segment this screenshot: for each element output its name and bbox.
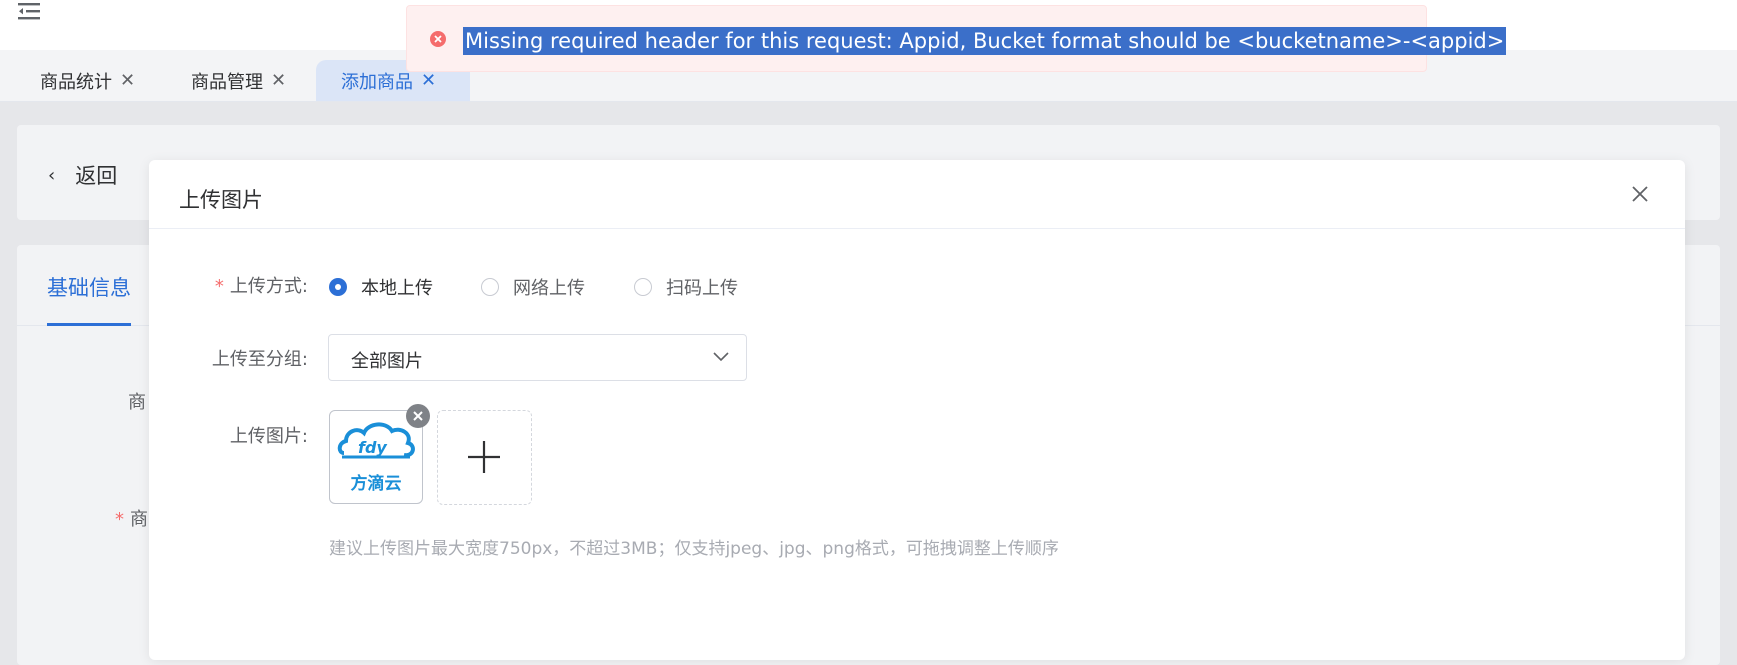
radio-circle bbox=[481, 278, 499, 296]
add-image-button[interactable] bbox=[437, 410, 532, 505]
dialog-header: 上传图片 bbox=[149, 160, 1685, 229]
form-label-partial: 商 bbox=[128, 392, 146, 413]
tab-label: 商品统计 bbox=[40, 71, 112, 93]
form-label-text: 商 bbox=[130, 509, 148, 530]
error-icon bbox=[430, 31, 446, 47]
dialog-title: 上传图片 bbox=[179, 188, 263, 212]
tab-close-icon[interactable]: ✕ bbox=[120, 70, 135, 91]
chevron-down-icon bbox=[713, 352, 729, 362]
radio-label: 本地上传 bbox=[361, 278, 433, 299]
group-select-value: 全部图片 bbox=[351, 351, 423, 372]
required-star: * bbox=[115, 509, 124, 530]
form-label-partial-required: * 商 bbox=[115, 505, 148, 531]
tab-close-icon[interactable]: ✕ bbox=[271, 70, 286, 91]
logo-image: fdy 方滴云 bbox=[337, 422, 415, 494]
upload-image-dialog: 上传图片 * 上传方式: 本地上传 网络上传 扫码上传 上传至分组: 全部图片 上… bbox=[149, 160, 1685, 660]
required-star: * bbox=[214, 276, 224, 297]
radio-circle bbox=[634, 278, 652, 296]
tab-label: 商品管理 bbox=[191, 71, 263, 93]
svg-text:fdy: fdy bbox=[358, 438, 387, 457]
logo-text: 方滴云 bbox=[351, 473, 402, 494]
radio-label: 扫码上传 bbox=[666, 278, 738, 299]
image-label: 上传图片: bbox=[229, 426, 308, 447]
close-icon[interactable] bbox=[1630, 184, 1650, 204]
upload-hint: 建议上传图片最大宽度750px，不超过3MB；仅支持jpeg、jpg、png格式… bbox=[329, 539, 1059, 559]
upload-method-label: * 上传方式: bbox=[213, 272, 308, 298]
tab-basic-info[interactable]: 基础信息 bbox=[47, 272, 131, 302]
chevron-left-icon: ‹ bbox=[48, 164, 56, 186]
tab-product-stats[interactable]: 商品统计 ✕ bbox=[40, 60, 150, 101]
tab-close-icon[interactable]: ✕ bbox=[421, 70, 436, 91]
group-select[interactable]: 全部图片 bbox=[328, 334, 747, 381]
back-button[interactable]: ‹ 返回 bbox=[48, 160, 117, 190]
radio-label: 网络上传 bbox=[513, 278, 585, 299]
plus-icon bbox=[468, 441, 500, 473]
radio-scan-upload[interactable]: 扫码上传 bbox=[634, 274, 738, 300]
label-text: 上传方式: bbox=[229, 276, 308, 297]
error-toast: Missing required header for this request… bbox=[406, 5, 1507, 72]
back-label: 返回 bbox=[75, 164, 118, 188]
group-label: 上传至分组: bbox=[211, 349, 308, 370]
close-icon bbox=[413, 411, 423, 421]
active-tab-indicator bbox=[47, 323, 131, 326]
uploaded-image-thumb[interactable]: fdy 方滴云 bbox=[329, 404, 430, 504]
tab-product-management[interactable]: 商品管理 ✕ bbox=[191, 60, 301, 101]
menu-fold-icon[interactable] bbox=[18, 2, 40, 22]
error-message: Missing required header for this request… bbox=[463, 27, 1507, 55]
radio-circle bbox=[329, 278, 347, 296]
remove-image-button[interactable] bbox=[406, 404, 430, 428]
radio-network-upload[interactable]: 网络上传 bbox=[481, 274, 585, 300]
radio-local-upload[interactable]: 本地上传 bbox=[329, 274, 433, 300]
tab-label: 添加商品 bbox=[341, 71, 413, 93]
